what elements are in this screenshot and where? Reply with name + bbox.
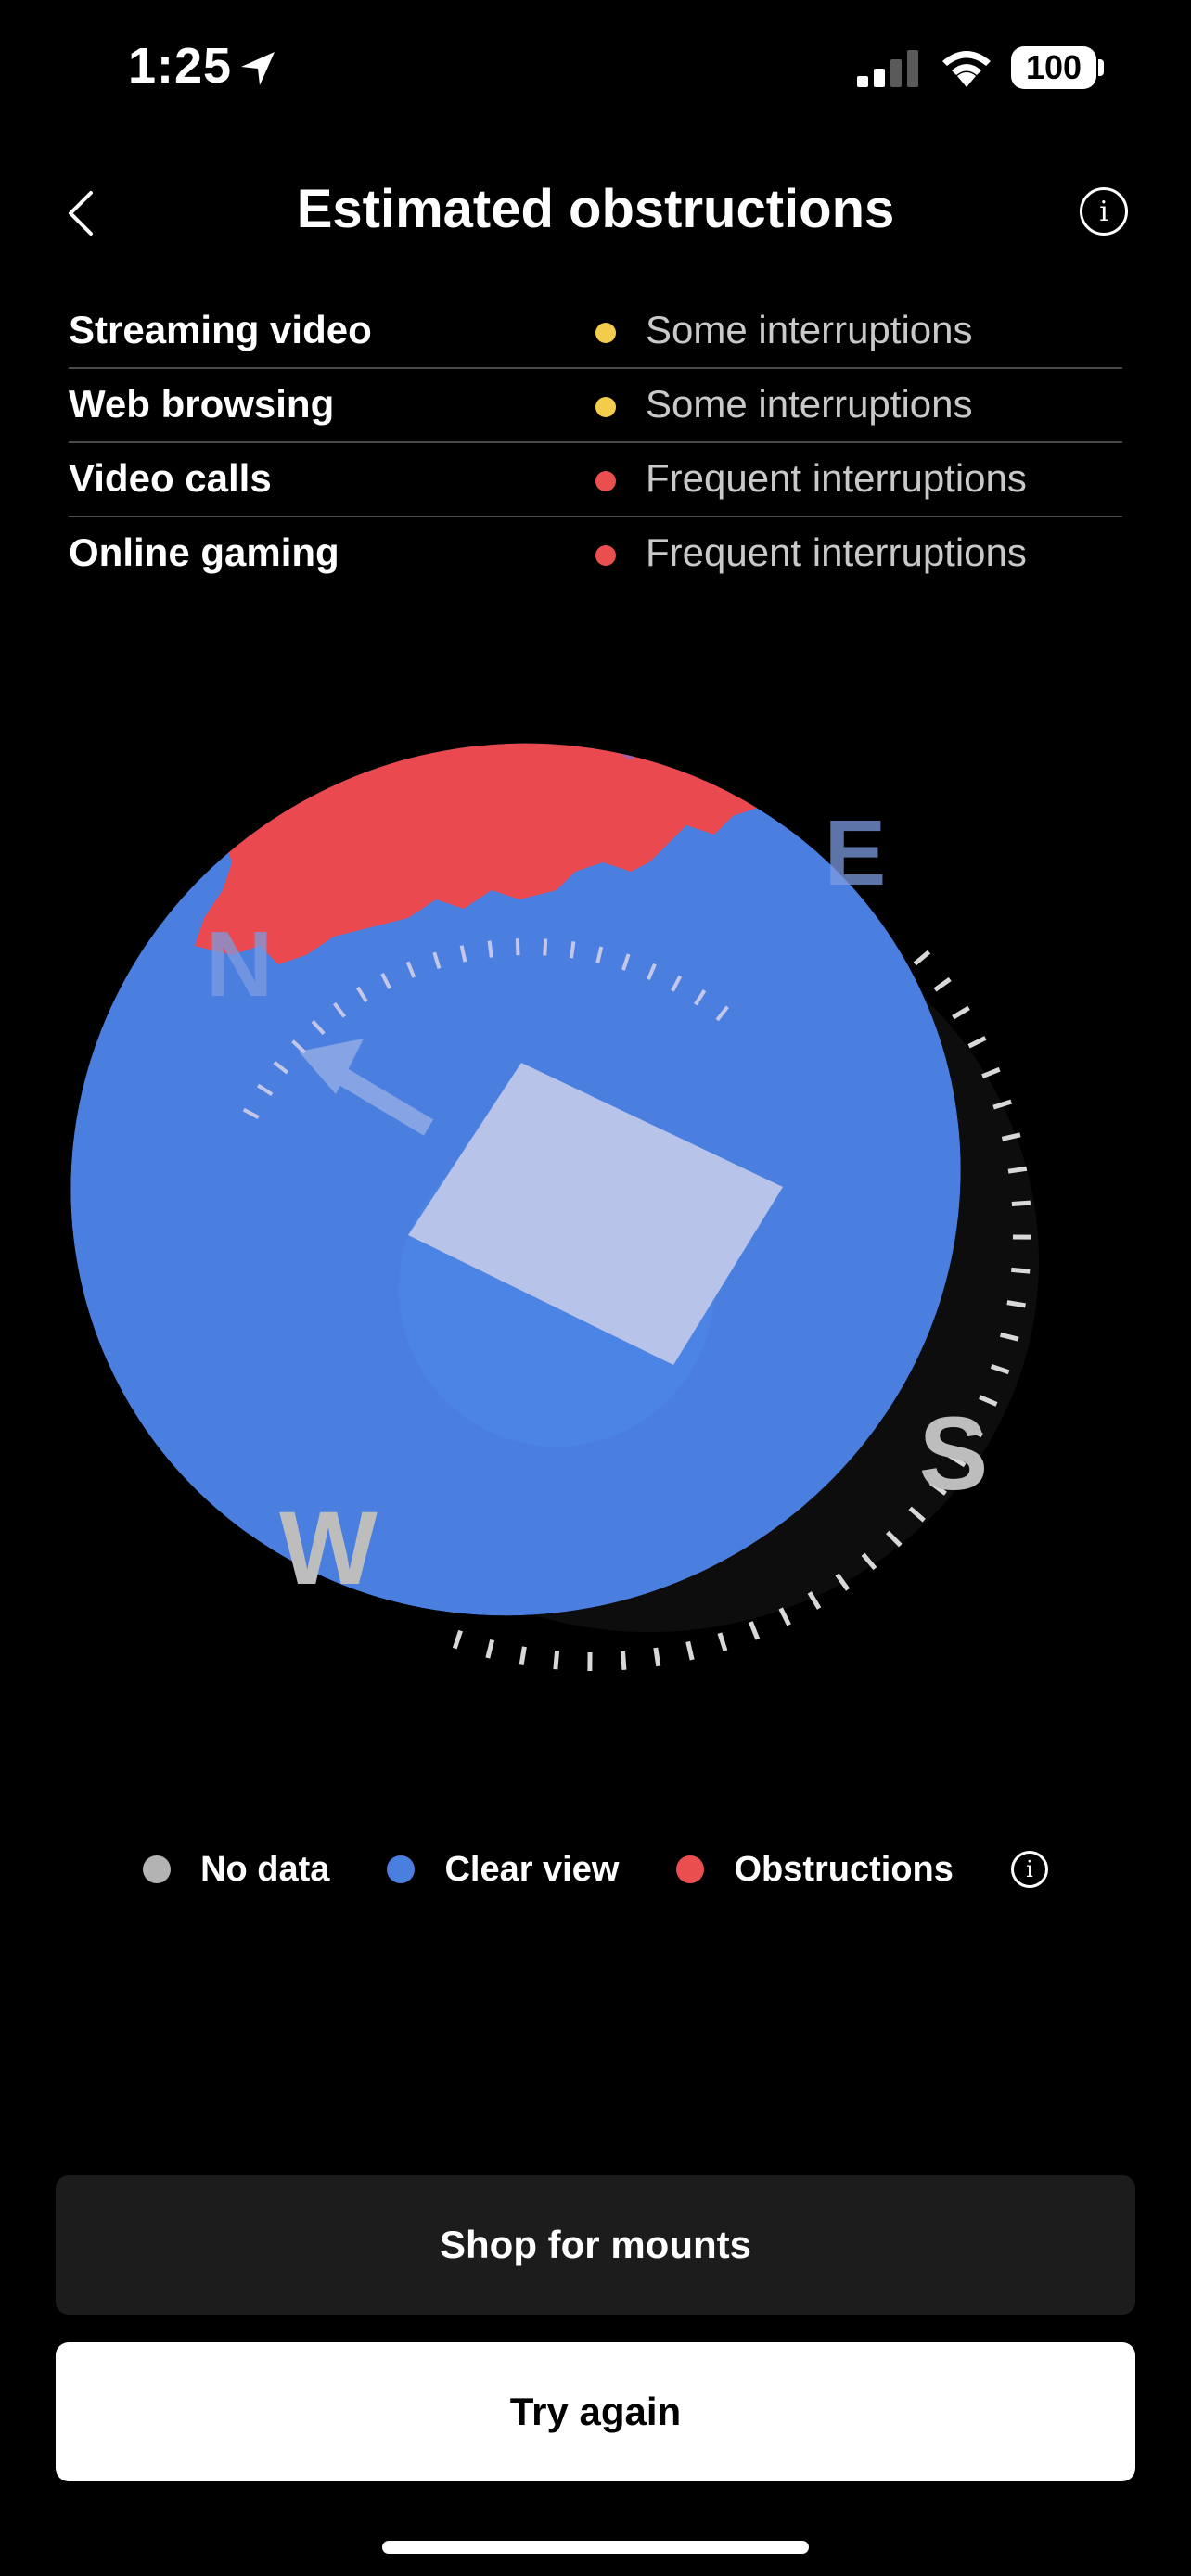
tick-mark xyxy=(519,1646,527,1665)
obstruction-sky-map: N E S W xyxy=(70,668,1039,1672)
obstruction-fringe xyxy=(603,695,705,760)
usage-activity: Video calls xyxy=(69,456,272,500)
tick-mark xyxy=(452,1629,463,1650)
usage-status: Some interruptions xyxy=(646,308,973,351)
legend-item-obstructions: Obstructions xyxy=(676,1849,954,1890)
tick-mark xyxy=(778,1607,791,1626)
home-indicator xyxy=(382,2541,809,2554)
status-time: 1:25 xyxy=(128,38,233,94)
wifi-icon xyxy=(942,51,991,87)
battery-icon: 100 xyxy=(1011,46,1096,89)
usage-row: Video calls Frequent interruptions xyxy=(69,443,1122,517)
battery-nub xyxy=(1098,59,1104,76)
tick-mark xyxy=(569,941,576,959)
tick-mark xyxy=(1007,1166,1028,1174)
tick-mark xyxy=(653,1647,661,1667)
tick-mark xyxy=(967,1036,987,1049)
compass-west: W xyxy=(279,1490,378,1606)
usage-status: Frequent interruptions xyxy=(646,456,1027,500)
tick-mark xyxy=(981,1066,1001,1078)
tick-mark xyxy=(553,1651,560,1670)
cellular-signal-icon xyxy=(857,50,918,87)
legend-dot xyxy=(387,1855,416,1883)
legend-dot xyxy=(676,1855,705,1883)
tick-mark xyxy=(913,950,931,966)
status-dot-frequent xyxy=(596,471,616,491)
page-title: Estimated obstructions xyxy=(296,179,895,239)
compass-east: E xyxy=(825,801,887,905)
compass-south: S xyxy=(919,1396,989,1511)
tick-mark xyxy=(515,938,520,956)
info-glyph: i xyxy=(1026,1856,1033,1882)
tick-mark xyxy=(685,1640,695,1661)
info-glyph: i xyxy=(1099,195,1108,228)
legend: No data Clear view Obstructions i xyxy=(0,1843,1191,1895)
legend-info-icon[interactable]: i xyxy=(1010,1851,1048,1888)
tick-mark xyxy=(621,1651,627,1671)
tick-mark xyxy=(933,976,952,992)
usage-status: Some interruptions xyxy=(646,382,973,426)
tick-mark xyxy=(485,1639,495,1659)
legend-label: Obstructions xyxy=(734,1849,954,1889)
status-dot-frequent xyxy=(596,545,616,566)
legend-label: Clear view xyxy=(444,1849,620,1889)
tick-mark xyxy=(1011,1267,1031,1274)
tick-mark xyxy=(543,938,548,956)
legend-dot xyxy=(143,1855,172,1883)
tick-mark xyxy=(1006,1300,1026,1308)
usage-list: Streaming video Some interruptions Web b… xyxy=(69,295,1122,590)
usage-activity: Web browsing xyxy=(69,382,335,426)
usage-activity: Streaming video xyxy=(69,308,372,351)
legend-item-clear-view: Clear view xyxy=(387,1850,619,1890)
battery-level: 100 xyxy=(1025,48,1082,86)
compass-north: N xyxy=(206,912,273,1016)
tick-mark xyxy=(1011,1200,1031,1206)
info-icon[interactable]: i xyxy=(1080,187,1128,236)
location-arrow-icon xyxy=(241,52,275,85)
legend-label: No data xyxy=(200,1849,330,1889)
status-dot-some xyxy=(596,397,616,417)
try-again-button[interactable]: Try again xyxy=(56,2342,1135,2481)
tick-mark xyxy=(749,1621,761,1640)
tick-mark xyxy=(487,940,493,958)
usage-row: Online gaming Frequent interruptions xyxy=(69,517,1122,590)
tick-mark xyxy=(952,1005,970,1020)
usage-row: Web browsing Some interruptions xyxy=(69,369,1122,443)
usage-activity: Online gaming xyxy=(69,530,339,574)
tick-mark xyxy=(717,1632,728,1651)
status-dot-some xyxy=(596,323,616,343)
usage-row: Streaming video Some interruptions xyxy=(69,295,1122,369)
usage-status: Frequent interruptions xyxy=(646,530,1027,574)
status-bar: 1:25 100 xyxy=(0,0,1191,139)
legend-item-no-data: No data xyxy=(143,1850,329,1890)
shop-for-mounts-button[interactable]: Shop for mounts xyxy=(56,2175,1135,2315)
